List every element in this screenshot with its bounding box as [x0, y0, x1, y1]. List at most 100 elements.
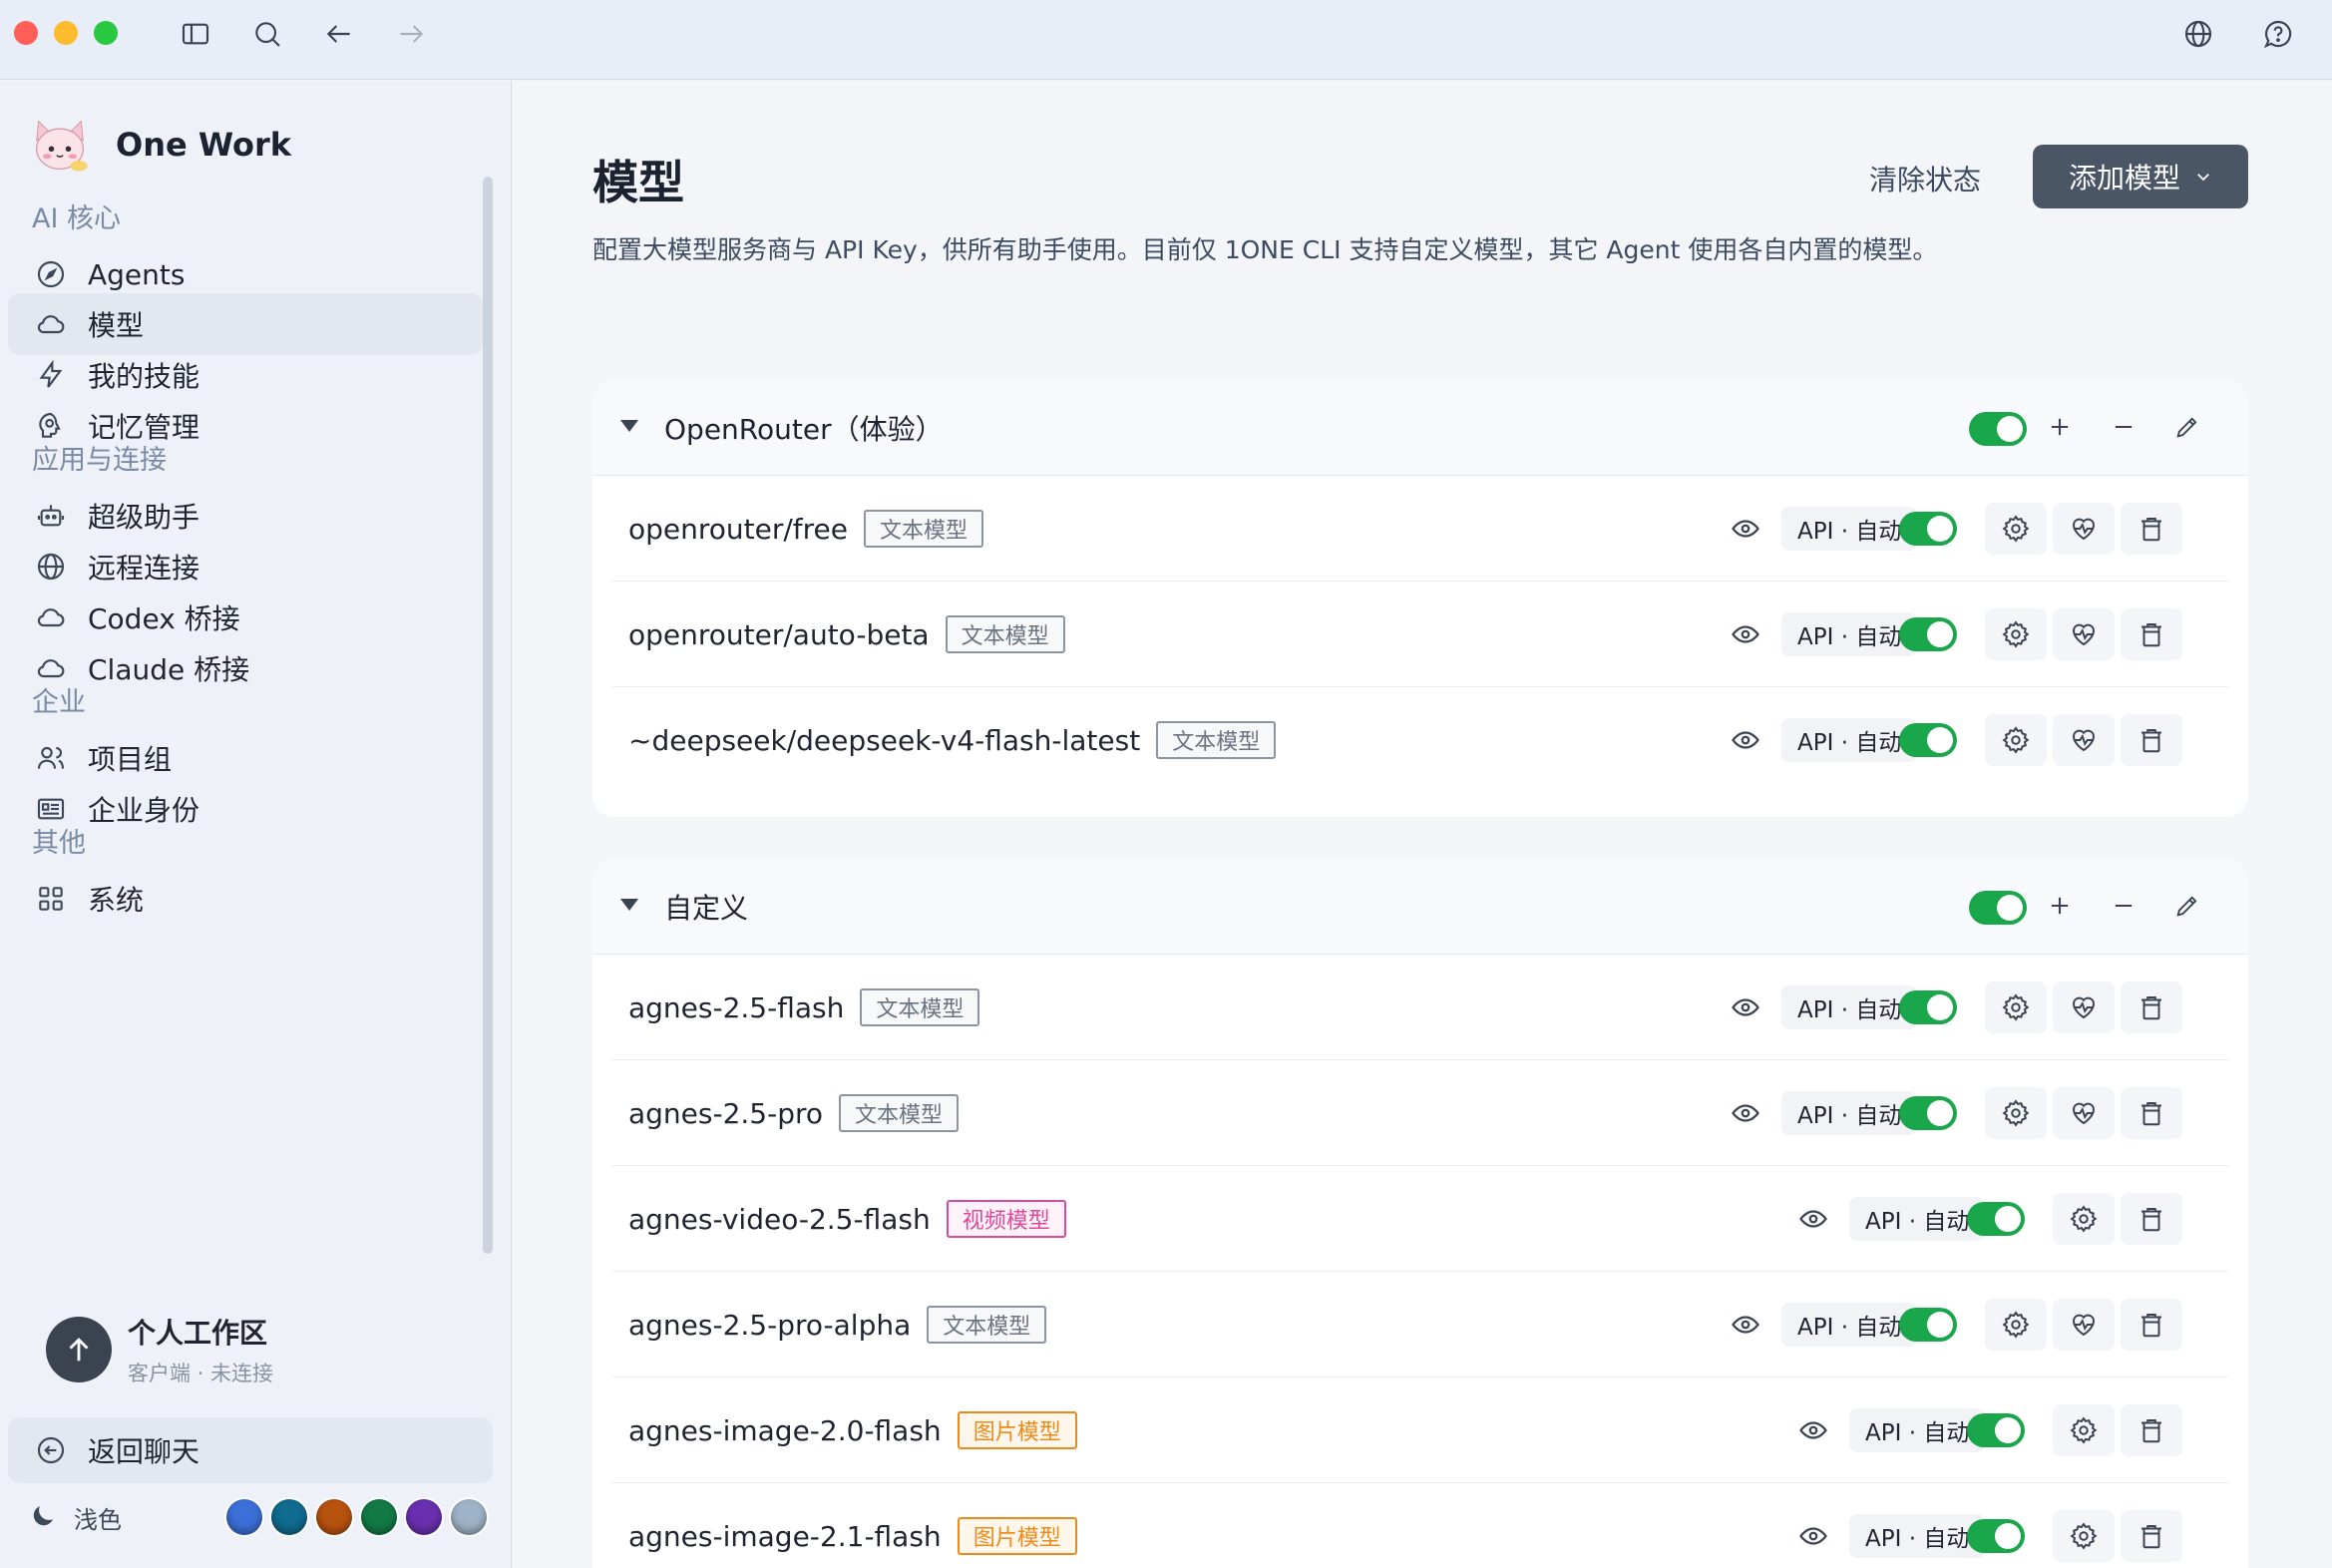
help-icon[interactable]: [2258, 14, 2298, 54]
model-enable-toggle[interactable]: [1967, 1202, 2025, 1236]
eye-icon[interactable]: [1722, 983, 1769, 1031]
theme-swatch[interactable]: [361, 1499, 397, 1535]
sidebar-item-label: Agents: [88, 257, 186, 291]
gear-icon[interactable]: [2053, 1193, 2115, 1245]
eye-icon[interactable]: [1789, 1406, 1837, 1454]
model-enable-toggle[interactable]: [1899, 617, 1957, 651]
theme-swatch[interactable]: [226, 1499, 262, 1535]
health-check-icon[interactable]: [2053, 608, 2115, 660]
theme-swatch[interactable]: [451, 1499, 487, 1535]
model-type-tag: 视频模型: [946, 1200, 1066, 1238]
api-mode-badge[interactable]: API · 自动: [1781, 612, 1918, 656]
plus-icon[interactable]: [2039, 885, 2081, 927]
eye-icon[interactable]: [1722, 716, 1769, 764]
back-to-chat-button[interactable]: 返回聊天: [8, 1417, 493, 1483]
model-enable-toggle[interactable]: [1899, 723, 1957, 757]
bolt-icon: [34, 358, 68, 392]
model-type-tag: 文本模型: [945, 615, 1065, 653]
arrow-right-icon[interactable]: [391, 14, 431, 54]
section-label-ai-core: AI 核心: [32, 203, 122, 234]
trash-icon[interactable]: [2121, 714, 2182, 766]
eye-icon[interactable]: [1722, 505, 1769, 553]
health-check-icon[interactable]: [2053, 981, 2115, 1033]
eye-icon[interactable]: [1722, 1301, 1769, 1349]
model-enable-toggle[interactable]: [1967, 1413, 2025, 1447]
arrow-left-circle-icon: [34, 1433, 68, 1467]
moon-icon[interactable]: [28, 1501, 60, 1533]
add-model-label: 添加模型: [2068, 162, 2180, 195]
trash-icon[interactable]: [2121, 1510, 2182, 1562]
group-header[interactable]: OpenRouter（体验）: [592, 380, 2248, 476]
api-mode-badge[interactable]: API · 自动: [1849, 1197, 1986, 1241]
trash-icon[interactable]: [2121, 503, 2182, 555]
trash-icon[interactable]: [2121, 1087, 2182, 1139]
model-type-tag: 文本模型: [1156, 721, 1277, 759]
api-mode-badge[interactable]: API · 自动: [1781, 718, 1918, 762]
api-mode-badge[interactable]: API · 自动: [1781, 507, 1918, 551]
theme-swatch[interactable]: [271, 1499, 307, 1535]
model-enable-toggle[interactable]: [1899, 990, 1957, 1024]
api-mode-badge[interactable]: API · 自动: [1849, 1408, 1986, 1452]
sidebar-item-label: 项目组: [88, 743, 173, 776]
globe-icon[interactable]: [2178, 14, 2218, 54]
health-check-icon[interactable]: [2053, 714, 2115, 766]
health-check-icon[interactable]: [2053, 1299, 2115, 1351]
theme-swatch[interactable]: [406, 1499, 442, 1535]
sidebar-icon[interactable]: [176, 14, 215, 54]
model-name: agnes-image-2.0-flash: [628, 1413, 942, 1447]
pencil-icon[interactable]: [2166, 885, 2208, 927]
minimize-window-button[interactable]: [54, 21, 78, 45]
group-enable-toggle[interactable]: [1969, 891, 2027, 925]
model-enable-toggle[interactable]: [1899, 512, 1957, 546]
api-mode-badge[interactable]: API · 自动: [1781, 1091, 1918, 1135]
caret-down-icon[interactable]: [620, 899, 638, 911]
trash-icon[interactable]: [2121, 1299, 2182, 1351]
api-mode-badge[interactable]: API · 自动: [1781, 1303, 1918, 1347]
pencil-icon[interactable]: [2166, 406, 2208, 448]
sidebar-fade-overflow: [34, 1258, 233, 1286]
gear-icon[interactable]: [1985, 503, 2047, 555]
model-enable-toggle[interactable]: [1899, 1308, 1957, 1342]
gear-icon[interactable]: [1985, 1299, 2047, 1351]
eye-icon[interactable]: [1789, 1195, 1837, 1243]
arrow-left-icon[interactable]: [319, 14, 359, 54]
gear-icon[interactable]: [2053, 1404, 2115, 1456]
minus-icon[interactable]: [2103, 885, 2144, 927]
gear-icon[interactable]: [1985, 981, 2047, 1033]
brand[interactable]: One Work: [26, 97, 291, 193]
workspace-switcher[interactable]: 个人工作区 客户端 · 未连接: [46, 1310, 485, 1389]
sidebar-item-system[interactable]: 系统: [8, 868, 483, 930]
model-enable-toggle[interactable]: [1899, 1096, 1957, 1130]
close-window-button[interactable]: [14, 21, 38, 45]
clear-status-button[interactable]: 清除状态: [1869, 159, 1981, 198]
eye-icon[interactable]: [1789, 1512, 1837, 1560]
add-model-button[interactable]: 添加模型: [2033, 145, 2248, 208]
gear-icon[interactable]: [1985, 714, 2047, 766]
trash-icon[interactable]: [2121, 608, 2182, 660]
model-enable-toggle[interactable]: [1967, 1519, 2025, 1553]
trash-icon[interactable]: [2121, 1404, 2182, 1456]
api-mode-badge[interactable]: API · 自动: [1781, 985, 1918, 1029]
plus-icon[interactable]: [2039, 406, 2081, 448]
group-enable-toggle[interactable]: [1969, 412, 2027, 446]
group-header[interactable]: 自定义: [592, 859, 2248, 955]
workspace-title: 个人工作区: [128, 1317, 268, 1350]
sidebar-scrollbar[interactable]: [483, 177, 493, 1254]
model-type-tag: 文本模型: [864, 510, 984, 548]
gear-icon[interactable]: [2053, 1510, 2115, 1562]
eye-icon[interactable]: [1722, 610, 1769, 658]
minus-icon[interactable]: [2103, 406, 2144, 448]
gear-icon[interactable]: [1985, 608, 2047, 660]
api-mode-badge[interactable]: API · 自动: [1849, 1514, 1986, 1558]
health-check-icon[interactable]: [2053, 503, 2115, 555]
section-label-apps: 应用与连接: [32, 445, 167, 476]
theme-swatch[interactable]: [316, 1499, 352, 1535]
gear-icon[interactable]: [1985, 1087, 2047, 1139]
zoom-window-button[interactable]: [94, 21, 118, 45]
trash-icon[interactable]: [2121, 981, 2182, 1033]
caret-down-icon[interactable]: [620, 420, 638, 432]
eye-icon[interactable]: [1722, 1089, 1769, 1137]
health-check-icon[interactable]: [2053, 1087, 2115, 1139]
search-icon[interactable]: [247, 14, 287, 54]
trash-icon[interactable]: [2121, 1193, 2182, 1245]
